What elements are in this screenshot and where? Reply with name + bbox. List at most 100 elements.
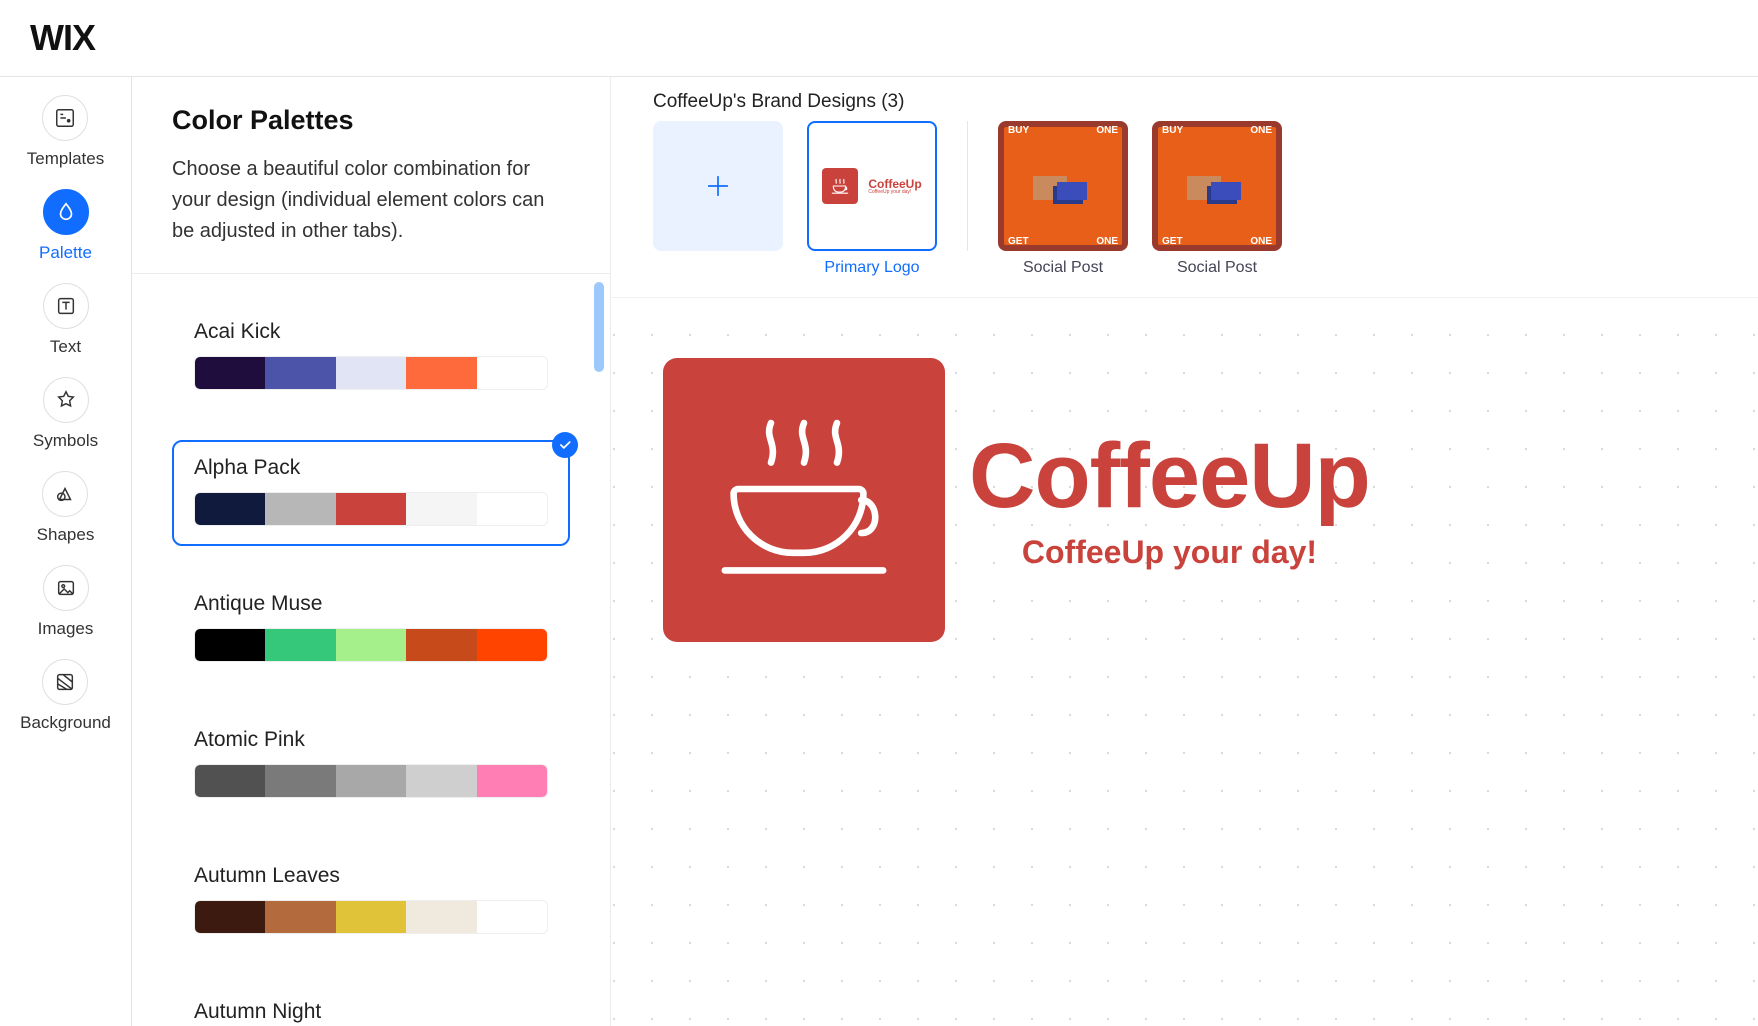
swatch (195, 493, 265, 525)
palette-atomic-pink[interactable]: Atomic Pink (172, 712, 570, 818)
brand-tagline: CoffeeUp your day! (969, 534, 1370, 571)
palette-name: Autumn Night (194, 1000, 548, 1024)
badge-get: GET (1008, 236, 1029, 247)
swatch (195, 357, 265, 389)
badge-one: ONE (1250, 125, 1272, 136)
nav-text[interactable]: Text (43, 283, 89, 357)
badge-get: GET (1162, 236, 1183, 247)
cup-icon (694, 390, 914, 610)
palette-icon (43, 189, 89, 235)
nav-symbols-label: Symbols (33, 431, 98, 451)
top-bar: WIX (0, 0, 1758, 77)
swatch (406, 493, 476, 525)
text-icon (43, 283, 89, 329)
nav-symbols[interactable]: Symbols (33, 377, 98, 451)
cup-icon (822, 168, 858, 204)
panel-description: Choose a beautiful color combination for… (172, 154, 570, 247)
swatch (265, 901, 335, 933)
design-thumb-social-1[interactable]: BUY ONE GET ONE (998, 121, 1128, 251)
swatch (336, 629, 406, 661)
templates-icon (42, 95, 88, 141)
palette-panel: Color Palettes Choose a beautiful color … (132, 77, 611, 1026)
symbols-icon (43, 377, 89, 423)
canvas-area: CoffeeUp's Brand Designs (3) (611, 77, 1758, 1026)
divider (967, 121, 968, 251)
swatch (265, 629, 335, 661)
nav-text-label: Text (50, 337, 81, 357)
swatch (406, 765, 476, 797)
images-icon (43, 565, 89, 611)
swatch (477, 493, 547, 525)
add-design-button[interactable] (653, 121, 783, 251)
design-canvas[interactable]: CoffeeUp CoffeeUp your day! (611, 297, 1758, 1026)
swatch (477, 629, 547, 661)
wix-logo: WIX (30, 17, 95, 59)
brand-name: CoffeeUp (969, 430, 1370, 522)
palette-name: Antique Muse (194, 592, 548, 616)
palette-swatches (194, 900, 548, 934)
design-thumb-primary-logo[interactable]: CoffeeUp CoffeeUp your day! (807, 121, 937, 251)
badge-buy: BUY (1162, 125, 1183, 136)
thumb-label-social-2: Social Post (1177, 259, 1257, 277)
swatch (477, 901, 547, 933)
swatch (336, 493, 406, 525)
swatch (406, 901, 476, 933)
design-strip-title: CoffeeUp's Brand Designs (3) (653, 91, 1758, 113)
palette-autumn-leaves[interactable]: Autumn Leaves (172, 848, 570, 954)
palette-name: Atomic Pink (194, 728, 548, 752)
swatch (195, 901, 265, 933)
logo-mark (663, 358, 945, 642)
nav-background[interactable]: Background (20, 659, 111, 733)
nav-background-label: Background (20, 713, 111, 733)
palette-acai-kick[interactable]: Acai Kick (172, 304, 570, 410)
badge-one: ONE (1096, 236, 1118, 247)
palette-autumn-night[interactable]: Autumn Night (172, 984, 570, 1026)
panel-title: Color Palettes (172, 105, 570, 136)
nav-images[interactable]: Images (38, 565, 94, 639)
swatch (265, 765, 335, 797)
scrollbar-thumb[interactable] (594, 282, 604, 372)
palette-name: Autumn Leaves (194, 864, 548, 888)
nav-shapes-label: Shapes (37, 525, 95, 545)
swatch (406, 357, 476, 389)
thumb-label-primary: Primary Logo (824, 259, 919, 277)
badge-one: ONE (1250, 236, 1272, 247)
thumb-label-social-1: Social Post (1023, 259, 1103, 277)
background-icon (42, 659, 88, 705)
design-thumb-social-2[interactable]: BUY ONE GET ONE (1152, 121, 1282, 251)
nav-templates-label: Templates (27, 149, 104, 169)
nav-palette[interactable]: Palette (39, 189, 92, 263)
palette-antique-muse[interactable]: Antique Muse (172, 576, 570, 682)
swatch (195, 629, 265, 661)
palette-name: Alpha Pack (194, 456, 548, 480)
badge-buy: BUY (1008, 125, 1029, 136)
palette-swatches (194, 492, 548, 526)
swatch (336, 765, 406, 797)
swatch (477, 357, 547, 389)
palette-name: Acai Kick (194, 320, 548, 344)
swatch (265, 357, 335, 389)
palette-swatches (194, 628, 548, 662)
badge-one: ONE (1096, 125, 1118, 136)
product-image (1004, 127, 1122, 245)
check-icon (552, 432, 578, 458)
thumb-brand-name: CoffeeUp (868, 178, 921, 190)
shapes-icon (42, 471, 88, 517)
swatch (336, 357, 406, 389)
nav-shapes[interactable]: Shapes (37, 471, 95, 545)
design-thumbs-row: CoffeeUp CoffeeUp your day! Primary Logo… (611, 121, 1758, 291)
logo-composition[interactable]: CoffeeUp CoffeeUp your day! (663, 358, 1370, 642)
nav-templates[interactable]: Templates (27, 95, 104, 169)
nav-images-label: Images (38, 619, 94, 639)
thumb-brand-tag: CoffeeUp your day! (868, 190, 921, 195)
swatch (336, 901, 406, 933)
left-nav: Templates Palette Text Symbols (0, 77, 132, 1026)
nav-palette-label: Palette (39, 243, 92, 263)
swatch (477, 765, 547, 797)
palette-alpha-pack[interactable]: Alpha Pack (172, 440, 570, 546)
swatch (265, 493, 335, 525)
swatch (406, 629, 476, 661)
palette-swatches (194, 356, 548, 390)
product-image (1158, 127, 1276, 245)
swatch (195, 765, 265, 797)
